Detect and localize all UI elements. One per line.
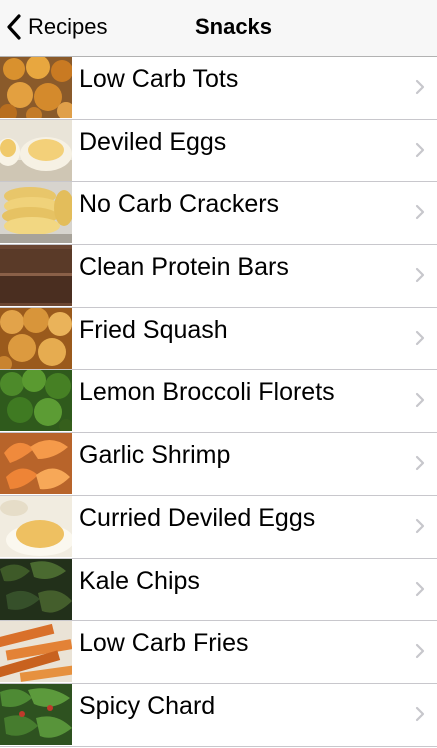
kale-chips-thumbnail [0,558,72,620]
list-item-label: Lemon Broccoli Florets [79,378,335,407]
shrimp-thumbnail [0,433,72,495]
chevron-right-icon [415,706,425,722]
crackers-thumbnail [0,182,72,244]
list-item[interactable]: Curried Deviled Eggs [0,495,437,559]
list-item-label: Fried Squash [79,315,228,344]
list-item[interactable]: Low Carb Fries [0,621,437,684]
curried-eggs-thumbnail [0,495,72,557]
broccoli-thumbnail [0,370,72,432]
chevron-right-icon [415,330,425,346]
list-item[interactable]: Lemon Broccoli Florets [0,370,437,434]
fried-squash-thumbnail [0,307,72,369]
list-item[interactable]: Spicy Chard [0,683,437,747]
list-item[interactable]: Low Carb Tots [0,57,437,120]
list-item[interactable]: Garlic Shrimp [0,433,437,496]
list-item[interactable]: No Carb Crackers [0,182,437,246]
list-item-label: Low Carb Fries [79,629,249,658]
fries-thumbnail [0,621,72,683]
list-item[interactable]: Fried Squash [0,307,437,371]
list-item[interactable]: Deviled Eggs [0,119,437,183]
list-item-label: Spicy Chard [79,691,216,720]
list-item-label: Clean Protein Bars [79,253,289,282]
tots-thumbnail [0,57,72,118]
chevron-right-icon [415,455,425,471]
protein-bars-thumbnail [0,245,72,307]
list-item-label: Kale Chips [79,566,200,595]
chevron-right-icon [415,392,425,408]
list-item-label: Low Carb Tots [79,65,239,93]
chevron-right-icon [415,204,425,220]
chevron-right-icon [415,518,425,534]
chevron-right-icon [415,267,425,283]
page-title: Snacks [194,14,273,39]
list-item-label: Curried Deviled Eggs [79,503,316,532]
list-item-label: Garlic Shrimp [79,441,231,470]
chevron-right-icon [415,581,425,597]
deviled-eggs-thumbnail [0,119,72,181]
list-item-label: No Carb Crackers [79,190,280,219]
navigation-bar: Recipes Snacks [0,0,437,57]
chevron-right-icon [415,79,425,95]
chevron-right-icon [415,643,425,659]
list-item[interactable]: Clean Protein Bars [0,245,437,308]
list-item-label: Deviled Eggs [79,127,227,156]
recipe-list: Low Carb Tots Deviled Eggs No Carb Crack… [0,57,437,747]
chevron-right-icon [415,142,425,158]
chard-thumbnail [0,683,72,745]
list-item[interactable]: Kale Chips [0,558,437,622]
